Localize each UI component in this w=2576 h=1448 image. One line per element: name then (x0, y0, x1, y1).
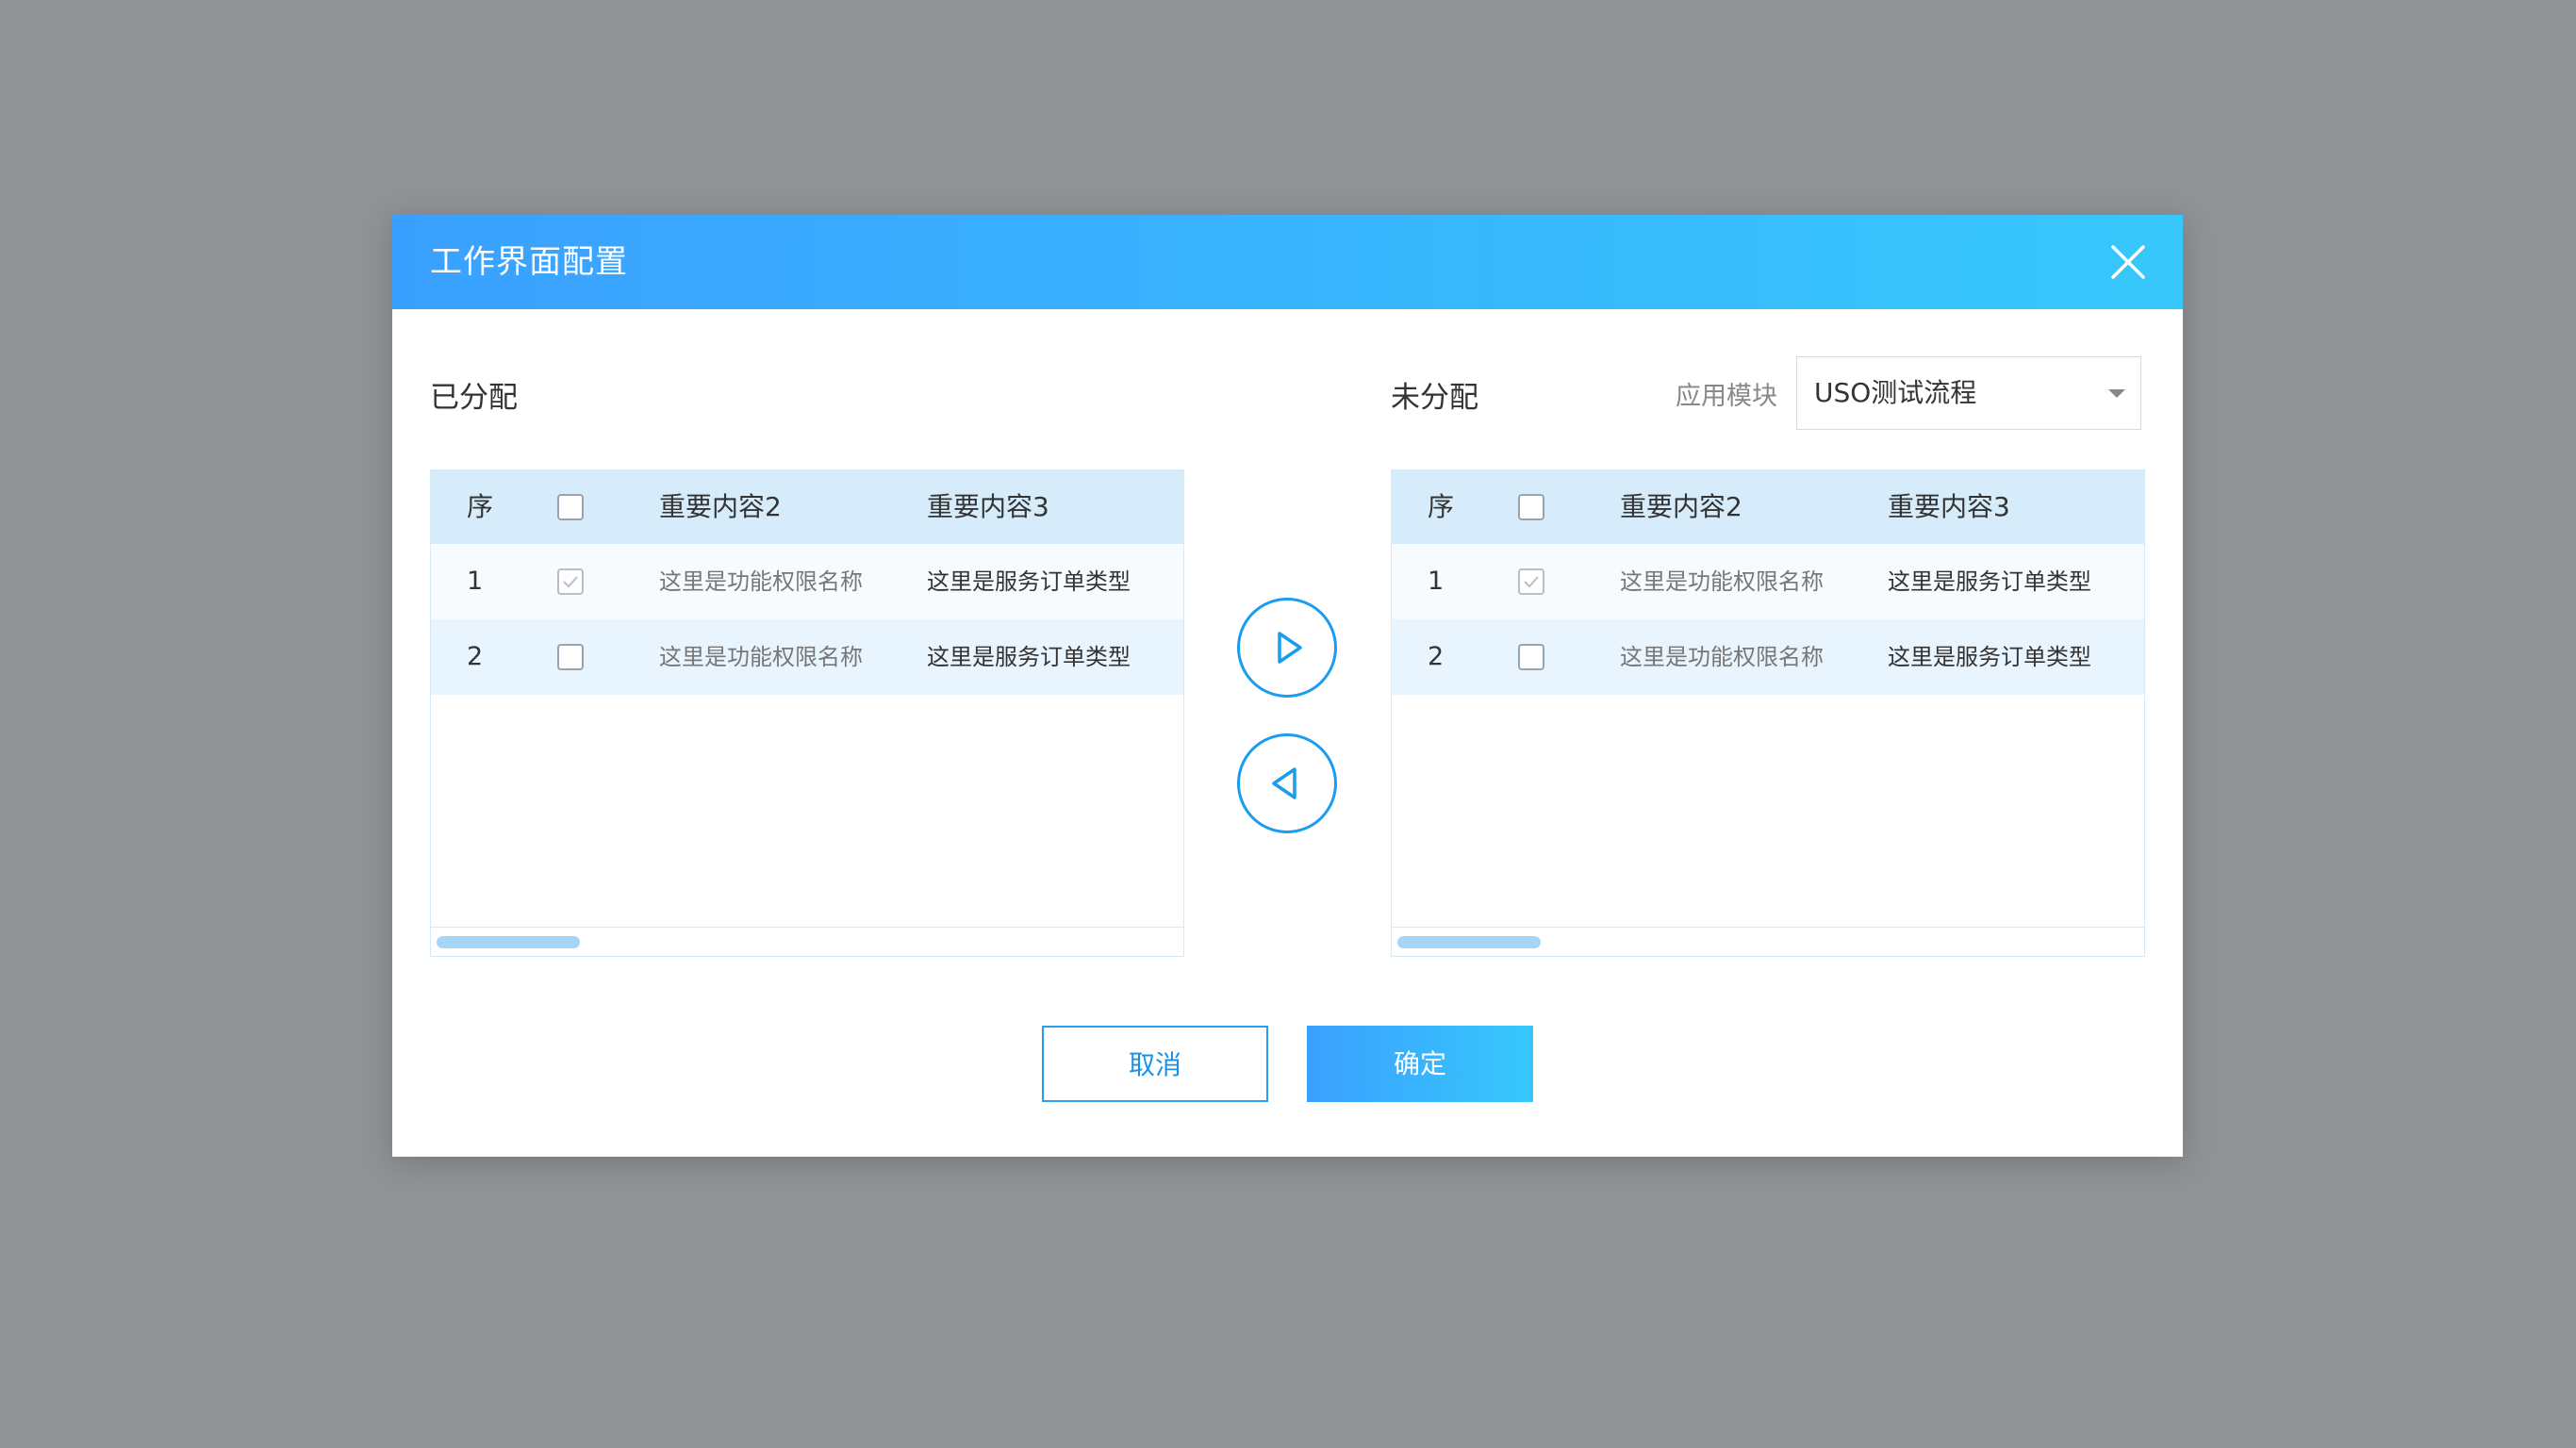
assigned-title: 已分配 (430, 381, 518, 415)
unassigned-table: 序 重要内容2 重要内容3 1 这里是功能权限名称 这里是服务订单类型 2 这里… (1391, 469, 2145, 957)
close-icon (2111, 245, 2145, 279)
assigned-table: 序 重要内容2 重要内容3 1 这里是功能权限名称 这里是服务订单类型 2 这里… (430, 469, 1184, 957)
row-content2: 这里是功能权限名称 (1620, 568, 1824, 595)
move-left-button[interactable] (1237, 733, 1337, 833)
assigned-table-header: 序 重要内容2 重要内容3 (431, 470, 1183, 544)
select-all-checkbox[interactable] (1518, 494, 1544, 520)
row-content3: 这里是服务订单类型 (927, 644, 1131, 670)
module-select-value: USO测试流程 (1814, 377, 1977, 408)
unassigned-table-header: 序 重要内容2 重要内容3 (1392, 470, 2144, 544)
module-label: 应用模块 (1676, 382, 1777, 411)
row-checkbox-cell (557, 544, 584, 619)
table-row[interactable]: 1 这里是功能权限名称 这里是服务订单类型 (1392, 544, 2144, 619)
column-header-index: 序 (1428, 491, 1455, 522)
table-row[interactable]: 2 这里是功能权限名称 这里是服务订单类型 (431, 619, 1183, 695)
dialog-title: 工作界面配置 (430, 243, 628, 281)
row-content3: 这里是服务订单类型 (927, 568, 1131, 595)
table-row[interactable]: 2 这里是功能权限名称 这里是服务订单类型 (1392, 619, 2144, 695)
row-checkbox[interactable] (557, 644, 584, 670)
row-content3: 这里是服务订单类型 (1888, 644, 2091, 670)
close-button[interactable] (2109, 243, 2147, 281)
row-index: 1 (467, 567, 484, 596)
triangle-left-icon (1272, 767, 1296, 799)
row-checkbox[interactable] (1518, 644, 1544, 670)
row-content2: 这里是功能权限名称 (659, 644, 863, 670)
row-index: 2 (1428, 642, 1445, 671)
column-header-index: 序 (467, 491, 494, 522)
row-checkbox[interactable] (1518, 568, 1544, 595)
caret-down-icon (2108, 389, 2125, 398)
select-all-checkbox[interactable] (557, 494, 584, 520)
scrollbar-thumb[interactable] (1397, 936, 1541, 948)
horizontal-scrollbar[interactable] (1392, 927, 2144, 956)
row-checkbox[interactable] (557, 568, 584, 595)
column-header-content2: 重要内容2 (1620, 491, 1742, 522)
row-index: 1 (1428, 567, 1445, 596)
confirm-button[interactable]: 确定 (1307, 1026, 1533, 1102)
check-icon (1524, 576, 1539, 588)
select-all-cell (1518, 470, 1544, 544)
select-all-cell (557, 470, 584, 544)
row-content2: 这里是功能权限名称 (1620, 644, 1824, 670)
horizontal-scrollbar[interactable] (431, 927, 1183, 956)
scrollbar-thumb[interactable] (437, 936, 580, 948)
module-select[interactable]: USO测试流程 (1796, 356, 2141, 430)
move-right-button[interactable] (1237, 598, 1337, 698)
row-content2: 这里是功能权限名称 (659, 568, 863, 595)
row-index: 2 (467, 642, 484, 671)
dialog-header: 工作界面配置 (392, 215, 2183, 309)
unassigned-title: 未分配 (1391, 381, 1478, 415)
check-icon (563, 576, 578, 588)
row-checkbox-cell (1518, 619, 1544, 695)
column-header-content3: 重要内容3 (927, 491, 1049, 522)
row-content3: 这里是服务订单类型 (1888, 568, 2091, 595)
column-header-content3: 重要内容3 (1888, 491, 2010, 522)
workspace-config-dialog: 工作界面配置 已分配 未分配 应用模块 USO测试流程 序 重要内容2 重要内容… (392, 215, 2183, 1157)
row-checkbox-cell (1518, 544, 1544, 619)
table-row[interactable]: 1 这里是功能权限名称 这里是服务订单类型 (431, 544, 1183, 619)
cancel-button[interactable]: 取消 (1042, 1026, 1268, 1102)
column-header-content2: 重要内容2 (659, 491, 782, 522)
row-checkbox-cell (557, 619, 584, 695)
triangle-right-icon (1278, 632, 1302, 664)
